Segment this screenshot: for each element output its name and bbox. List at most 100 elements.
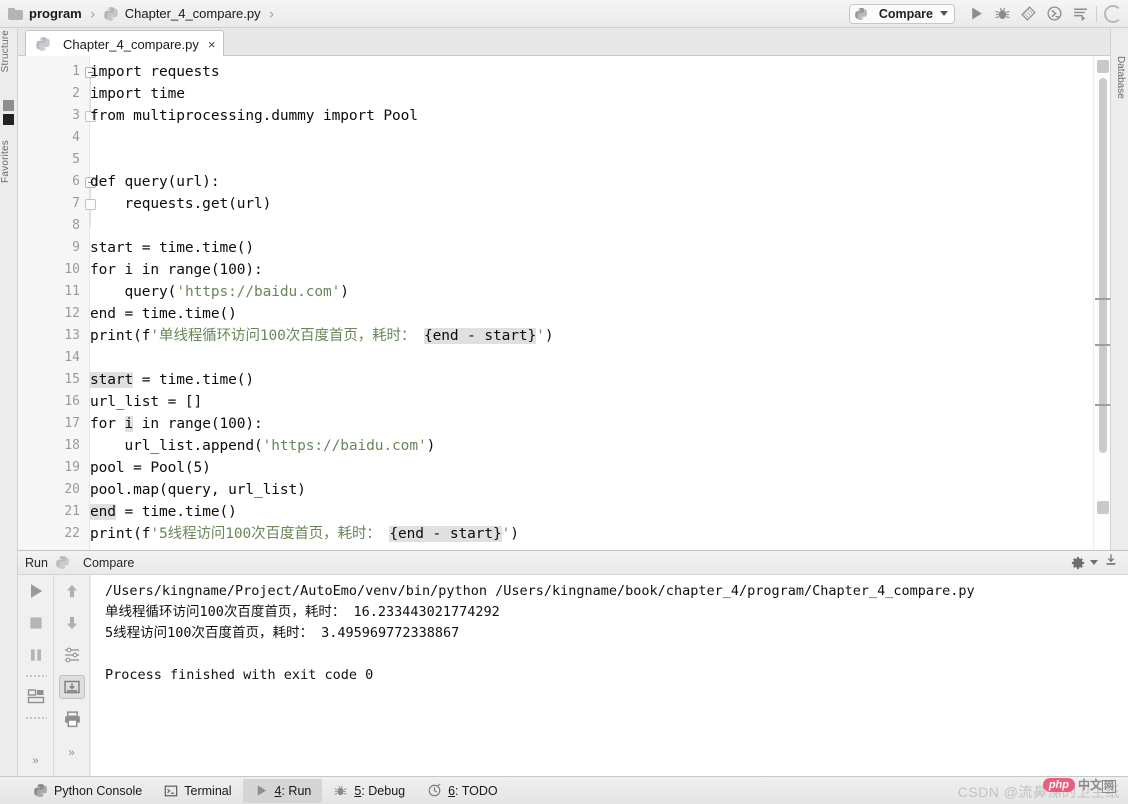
bug-icon [333, 783, 348, 798]
profile-icon [1046, 6, 1062, 21]
sidebar-item-favorites[interactable]: Favorites [0, 140, 17, 183]
editor-tab-chapter4[interactable]: Chapter_4_compare.py × [25, 30, 225, 57]
play-icon [31, 584, 43, 598]
python-file-icon [35, 36, 51, 52]
debug-button[interactable] [989, 2, 1015, 26]
coverage-button[interactable] [1015, 2, 1041, 26]
strip-marker-1 [3, 100, 14, 111]
code-line[interactable]: for i in range(100): [90, 259, 263, 281]
run-panel-header: Run Compare [18, 551, 1128, 575]
gear-icon [1071, 556, 1085, 569]
code-token: = time.time() [115, 504, 237, 520]
code-line[interactable]: pool.map(query, url_list) [90, 479, 306, 501]
toolbar-divider-dots-2 [24, 715, 47, 721]
code-line[interactable]: requests.get(url) [90, 193, 272, 215]
arrow-up-icon [66, 584, 78, 598]
layout-icon [27, 689, 45, 704]
status-bar-item-label: Python Console [54, 783, 143, 798]
rerun-button[interactable] [18, 575, 54, 607]
code-editor[interactable]: 1 2 3 4 5 6 7 8 9 10 11 12 13 14 15 16 17 18 19 20 21 22 impo… [18, 56, 1110, 550]
status-bar-item-run[interactable]: 4: Run [242, 778, 323, 803]
code-line[interactable]: query('https://baidu.com') [90, 281, 350, 303]
status-bar-item-debug[interactable]: 5: Debug [322, 779, 416, 803]
code-line[interactable]: def query(url): [90, 171, 220, 193]
code-token: = time.time() [133, 372, 254, 388]
play-icon [971, 7, 982, 20]
code-line[interactable]: for i in range(100): [90, 413, 263, 435]
status-bar-item-label: 5: Debug [354, 783, 406, 798]
restore-layout-button[interactable] [18, 681, 54, 713]
scrollbar-thumb[interactable] [1099, 78, 1107, 453]
todo-icon [427, 783, 442, 798]
stop-button[interactable] [18, 607, 54, 639]
code-token: print(f [90, 526, 151, 542]
editor-vertical-scrollbar[interactable] [1093, 56, 1110, 550]
scrollbar-bottom-marker [1097, 501, 1109, 514]
expand-toolbar-button-2[interactable]: » [54, 747, 89, 759]
play-icon [254, 783, 269, 798]
highlighted-token: i [124, 416, 134, 432]
code-token: end = time.time() [90, 306, 237, 322]
code-content[interactable]: import requests import time from multiproc… [90, 56, 1110, 550]
scrollbar-top-marker [1097, 60, 1109, 73]
code-line[interactable]: end = time.time() [90, 501, 237, 523]
printer-icon [64, 710, 80, 727]
chevron-down-icon [1090, 560, 1098, 565]
pause-icon [30, 649, 42, 661]
breadcrumb-separator-2: › [268, 4, 275, 23]
code-line[interactable]: url_list.append('https://baidu.com') [90, 435, 436, 457]
status-bar-item-terminal[interactable]: Terminal [153, 779, 242, 803]
console-line: 5线程访问100次百度首页，耗时： 3.495969772338867 [105, 625, 460, 641]
download-icon [1106, 554, 1116, 565]
sidebar-item-database[interactable]: Database [1111, 56, 1126, 99]
print-button[interactable] [54, 703, 90, 735]
code-line[interactable]: import requests [90, 61, 220, 83]
status-bar-item-python-console[interactable]: Python Console [22, 779, 153, 803]
run-configuration-tab[interactable]: Compare [83, 556, 134, 570]
code-line[interactable]: from multiprocessing.dummy import Pool [90, 105, 418, 127]
run-button[interactable] [963, 2, 989, 26]
scroll-up-button[interactable] [54, 575, 90, 607]
close-icon[interactable]: × [208, 37, 216, 52]
attach-button[interactable] [1067, 2, 1093, 26]
settings-button[interactable] [1071, 556, 1098, 570]
code-token: import time [90, 86, 185, 102]
scrollbar-mark-3 [1095, 404, 1110, 406]
coverage-icon [1020, 6, 1036, 21]
bug-icon [994, 7, 1010, 20]
sidebar-item-structure[interactable]: Structure [0, 30, 17, 72]
run-panel-header-actions [1071, 553, 1128, 572]
soft-wrap-button[interactable] [54, 639, 90, 671]
code-line[interactable]: url_list = [] [90, 391, 202, 413]
breadcrumb-file[interactable]: Chapter_4_compare.py [125, 6, 261, 21]
console-line: 单线程循环访问100次百度首页，耗时： 16.233443021774292 [105, 604, 500, 620]
code-line[interactable]: print(f'单线程循环访问100次百度首页，耗时： {end - start… [90, 325, 554, 347]
scroll-to-end-button[interactable] [54, 671, 90, 703]
search-everywhere-button[interactable] [1100, 2, 1126, 26]
code-token: ) [340, 284, 349, 300]
string-token: '5线程访问100次百度首页，耗时： [150, 526, 390, 542]
run-configuration-selector[interactable]: Compare [848, 3, 955, 24]
highlighted-token: start [90, 372, 134, 388]
code-token: start = time.time() [90, 240, 254, 256]
string-token: 'https://baidu.com' [176, 284, 341, 300]
export-button[interactable] [1104, 553, 1118, 572]
status-bar-item-todo[interactable]: 6: TODO [416, 779, 509, 803]
code-line[interactable]: print(f'5线程访问100次百度首页，耗时： {end - start}'… [90, 523, 519, 545]
breadcrumb-project[interactable]: program [29, 6, 82, 21]
console-output[interactable]: /Users/kingname/Project/AutoEmo/venv/bin… [91, 575, 1128, 777]
profile-button[interactable] [1041, 2, 1067, 26]
scroll-down-button[interactable] [54, 607, 90, 639]
code-line[interactable]: start = time.time() [90, 237, 254, 259]
code-line[interactable]: start = time.time() [90, 369, 254, 391]
code-line[interactable]: pool = Pool(5) [90, 457, 211, 479]
string-token: 'https://baidu.com' [262, 438, 427, 454]
code-line[interactable]: import time [90, 83, 185, 105]
python-icon [33, 783, 48, 798]
editor-tab-label: Chapter_4_compare.py [63, 36, 199, 52]
code-line[interactable]: end = time.time() [90, 303, 237, 325]
pause-button[interactable] [18, 639, 54, 671]
status-bar-item-label: 6: TODO [448, 783, 498, 798]
scroll-end-icon [64, 680, 80, 694]
expand-toolbar-button[interactable]: » [18, 755, 53, 767]
